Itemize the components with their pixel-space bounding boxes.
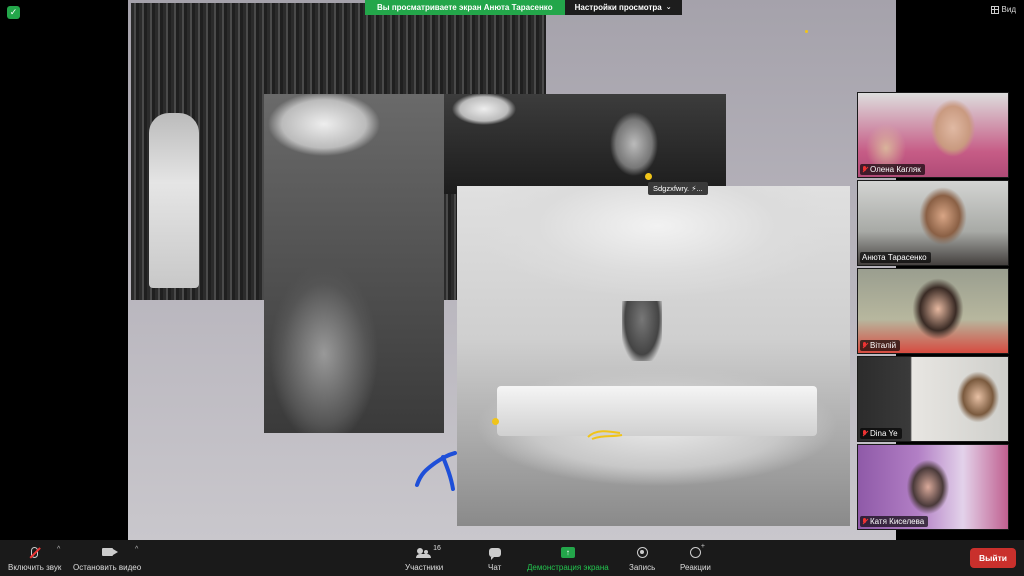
participant-tile[interactable]: Анюта Тарасенко [857, 180, 1009, 266]
muted-mic-icon [862, 342, 868, 349]
share-screen-icon: ↑ [560, 546, 575, 558]
grid-view-icon [990, 5, 999, 14]
participant-tile[interactable]: Віталій [857, 268, 1009, 354]
participant-name-label: Dina Ye [860, 428, 902, 439]
archival-photo-tent-soldiers [264, 94, 444, 433]
unmute-label: Включить звук [8, 563, 62, 572]
participant-name-label: Анюта Тарасенко [860, 252, 931, 263]
stop-video-label: Остановить видео [73, 563, 142, 572]
meeting-toolbar: Включить звук ^ Остановить видео ^ 16 Уч… [0, 540, 1024, 576]
archival-photo-soldiers-top [444, 94, 726, 194]
reactions-icon [689, 543, 705, 558]
record-icon [636, 546, 648, 558]
muted-mic-icon [862, 166, 868, 173]
participant-name-label: Катя Киселева [860, 516, 929, 527]
participants-icon [416, 547, 432, 558]
security-shield-icon[interactable]: ✓ [7, 6, 20, 19]
archival-photo-field-hospital [457, 186, 850, 526]
participant-name: Віталій [870, 341, 897, 350]
participant-tile[interactable]: Dina Ye [857, 356, 1009, 442]
participants-button[interactable]: 16 Участники [405, 544, 443, 572]
video-camera-icon [101, 548, 118, 556]
chat-label: Чат [488, 563, 502, 572]
shared-screen[interactable]: Sdgzxfwry. ⚡... [128, 0, 896, 540]
leave-meeting-button[interactable]: Выйти [969, 548, 1016, 568]
stop-video-button[interactable]: Остановить видео [73, 544, 141, 572]
chevron-down-icon: ⌄ [665, 4, 672, 11]
view-options-button[interactable]: Настройки просмотра ⌄ [564, 0, 682, 15]
chat-button[interactable]: Чат [488, 544, 501, 572]
chat-icon [488, 547, 501, 560]
participant-name-label: Віталій [860, 340, 901, 351]
photo-figure-nurse [622, 301, 662, 361]
muted-mic-icon [862, 518, 868, 525]
viewing-screen-label: Вы просматриваете экран Анюта Тарасенко [365, 0, 565, 15]
share-screen-button[interactable]: ↑ Демонстрация экрана [527, 544, 609, 572]
participant-tile[interactable]: Катя Киселева [857, 444, 1009, 530]
annotation-blue-stroke [415, 451, 457, 491]
participants-label: Участники [405, 563, 444, 572]
record-button[interactable]: Запись [629, 544, 655, 572]
annotator-name-tag: Sdgzxfwry. ⚡... [648, 182, 708, 195]
annotation-dot [492, 418, 499, 425]
muted-mic-icon [862, 430, 868, 437]
annotation-yellow-stroke [587, 430, 623, 440]
participant-name: Анюта Тарасенко [862, 253, 927, 262]
screen-share-banner: Вы просматриваете экран Анюта Тарасенко … [365, 0, 682, 15]
photo-figure-woman [149, 113, 199, 288]
view-options-label: Настройки просмотра [574, 3, 662, 12]
reactions-button[interactable]: Реакции [680, 543, 711, 573]
share-screen-label: Демонстрация экрана [527, 563, 609, 572]
record-label: Запись [629, 563, 656, 572]
unmute-button[interactable]: Включить звук [8, 544, 61, 572]
participant-name: Олена Кагляк [870, 165, 921, 174]
video-options-caret-icon[interactable]: ^ [135, 546, 138, 553]
participant-name: Dina Ye [870, 429, 898, 438]
participant-name: Катя Киселева [870, 517, 925, 526]
annotation-dot [805, 30, 808, 33]
audio-options-caret-icon[interactable]: ^ [57, 546, 60, 553]
muted-mic-icon [31, 546, 39, 558]
reactions-label: Реакции [680, 563, 711, 572]
photo-cot [497, 386, 817, 436]
participant-tile[interactable]: Олена Кагляк [857, 92, 1009, 178]
participants-count: 16 [433, 545, 441, 552]
annotation-dot [645, 173, 652, 180]
participant-video-strip: Олена Кагляк Анюта Тарасенко Віталій Din… [857, 92, 1009, 532]
view-button[interactable]: Вид [990, 5, 1016, 14]
view-button-label: Вид [1001, 5, 1016, 14]
participant-name-label: Олена Кагляк [860, 164, 925, 175]
